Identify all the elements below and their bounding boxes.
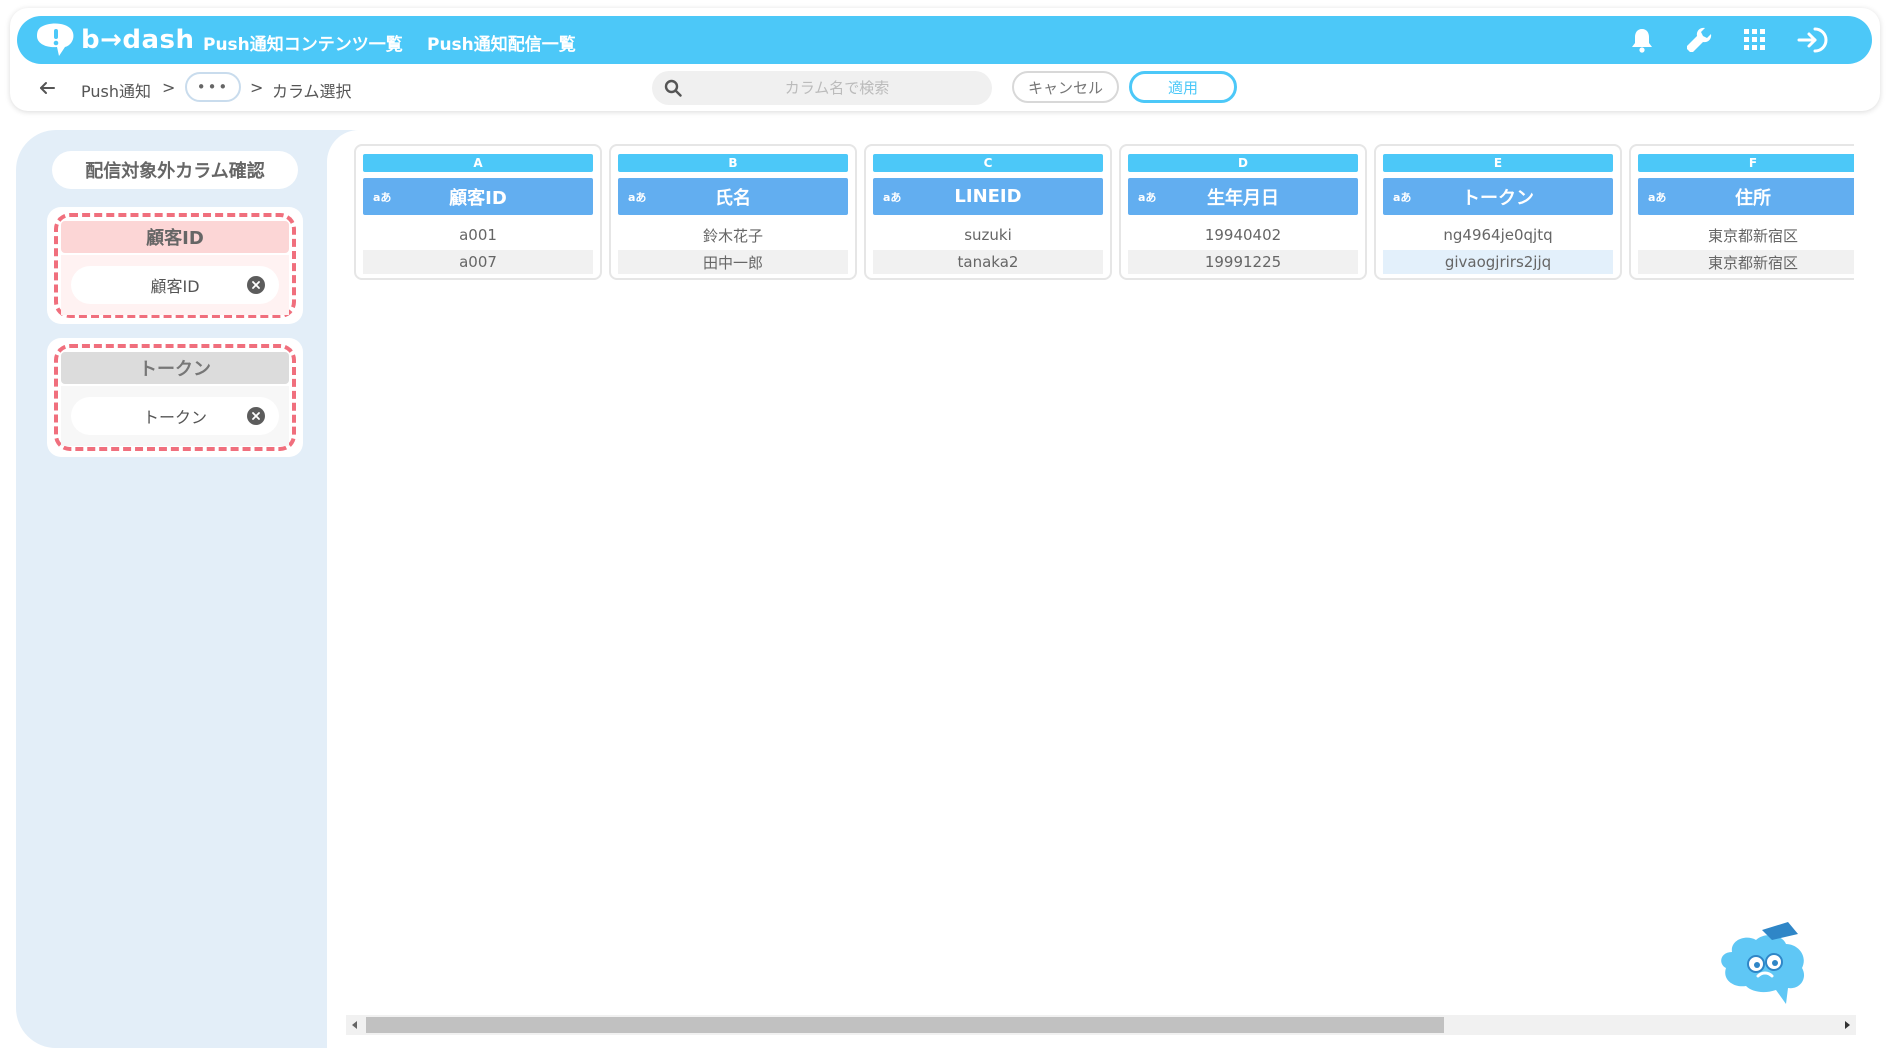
nav-push-deliveries[interactable]: Push通知配信一覧 xyxy=(427,30,576,55)
column-cell: a007 xyxy=(363,250,593,274)
text-type-icon: aあ xyxy=(883,191,902,204)
excluded-group-token: トークン トークン xyxy=(47,338,303,457)
scroll-left-arrow-icon[interactable] xyxy=(346,1015,364,1035)
column-header[interactable]: aあ トークン xyxy=(1383,178,1613,215)
column-cell: givaogjrirs2jjq xyxy=(1383,250,1613,274)
column-cell: tanaka2 xyxy=(873,250,1103,274)
column-cell: 19991225 xyxy=(1128,250,1358,274)
wrench-icon[interactable] xyxy=(1683,24,1715,56)
excluded-columns-title: 配信対象外カラム確認 xyxy=(52,151,298,189)
nav-push-contents[interactable]: Push通知コンテンツ一覧 xyxy=(203,30,403,55)
logo-icon xyxy=(35,23,75,57)
column-letter: D xyxy=(1128,154,1358,172)
column-name: 生年月日 xyxy=(1207,187,1279,209)
text-type-icon: aあ xyxy=(1138,191,1157,204)
column-cell: 田中一郎 xyxy=(618,250,848,274)
excluded-group-header: 顧客ID xyxy=(61,221,289,253)
excluded-column-chip: 顧客ID xyxy=(71,266,279,304)
cancel-button[interactable]: キャンセル xyxy=(1012,71,1119,103)
text-type-icon: aあ xyxy=(628,191,647,204)
column-card-e[interactable]: E aあ トークン ng4964je0qjtq givaogjrirs2jjq xyxy=(1374,144,1622,280)
column-card-d[interactable]: D aあ 生年月日 19940402 19991225 xyxy=(1119,144,1367,280)
scroll-right-arrow-icon[interactable] xyxy=(1838,1015,1856,1035)
breadcrumb-separator: > xyxy=(162,78,176,97)
mascot-assistant-icon[interactable] xyxy=(1712,922,1814,1022)
column-cell: ng4964je0qjtq xyxy=(1443,226,1553,244)
column-header[interactable]: aあ 顧客ID xyxy=(363,178,593,215)
logo-text: b→dash xyxy=(81,25,195,55)
column-search xyxy=(652,71,992,105)
column-letter: E xyxy=(1383,154,1613,172)
header-bar: b→dash Push通知コンテンツ一覧 Push通知配信一覧 xyxy=(17,16,1872,64)
text-type-icon: aあ xyxy=(373,191,392,204)
column-name: 住所 xyxy=(1735,187,1771,209)
column-list: A aあ 顧客ID a001 a007 B aあ 氏名 鈴木花子 田中一郎 C … xyxy=(352,140,1854,290)
column-header[interactable]: aあ LINEID xyxy=(873,178,1103,215)
column-letter: F xyxy=(1638,154,1854,172)
horizontal-scrollbar[interactable] xyxy=(346,1015,1856,1035)
text-type-icon: aあ xyxy=(1648,191,1667,204)
column-letter: A xyxy=(363,154,593,172)
excluded-group-header: トークン xyxy=(61,352,289,384)
column-name: トークン xyxy=(1462,187,1534,209)
bell-icon[interactable] xyxy=(1626,24,1658,56)
search-icon xyxy=(664,79,682,97)
column-header[interactable]: aあ 氏名 xyxy=(618,178,848,215)
column-cell: 東京都新宿区 xyxy=(1707,226,1798,245)
column-cell: 東京都新宿区 xyxy=(1638,250,1854,274)
column-card-b[interactable]: B aあ 氏名 鈴木花子 田中一郎 xyxy=(609,144,857,280)
text-type-icon: aあ xyxy=(1393,191,1412,204)
chip-label: 顧客ID xyxy=(150,277,200,296)
remove-close-icon[interactable] xyxy=(247,276,265,294)
column-card-c[interactable]: C aあ LINEID suzuki tanaka2 xyxy=(864,144,1112,280)
breadcrumb-current: カラム選択 xyxy=(272,82,352,101)
column-header[interactable]: aあ 生年月日 xyxy=(1128,178,1358,215)
search-input[interactable] xyxy=(692,71,982,105)
excluded-group-customer-id: 顧客ID 顧客ID xyxy=(47,207,303,324)
column-letter: B xyxy=(618,154,848,172)
more-dots-icon: ••• xyxy=(196,78,230,96)
remove-close-icon[interactable] xyxy=(247,407,265,425)
excluded-group-body: トークン xyxy=(61,386,289,446)
column-header[interactable]: aあ 住所 xyxy=(1638,178,1854,215)
logo[interactable]: b→dash xyxy=(35,20,195,60)
apply-button[interactable]: 適用 xyxy=(1129,71,1237,103)
logout-icon[interactable] xyxy=(1797,24,1829,56)
column-card-a[interactable]: A aあ 顧客ID a001 a007 xyxy=(354,144,602,280)
column-cell: 鈴木花子 xyxy=(702,226,763,245)
column-cell: a001 xyxy=(459,226,497,244)
breadcrumb-separator: > xyxy=(250,78,264,97)
breadcrumb-root[interactable]: Push通知 xyxy=(81,78,151,102)
column-name: LINEID xyxy=(954,186,1022,207)
breadcrumb-more-button[interactable]: ••• xyxy=(185,72,241,102)
excluded-group-body: 顧客ID xyxy=(61,255,289,315)
column-cell: suzuki xyxy=(964,226,1012,244)
excluded-column-chip: トークン xyxy=(71,397,279,435)
scrollbar-thumb[interactable] xyxy=(366,1017,1444,1033)
column-name: 顧客ID xyxy=(449,187,507,209)
back-arrow-icon[interactable] xyxy=(36,77,58,99)
apps-grid-icon[interactable] xyxy=(1739,24,1771,56)
column-card-f[interactable]: F aあ 住所 東京都新宿区 東京都新宿区 xyxy=(1629,144,1854,280)
chip-label: トークン xyxy=(142,408,207,427)
column-name: 氏名 xyxy=(715,187,751,209)
column-cell: 19940402 xyxy=(1204,226,1282,244)
column-letter: C xyxy=(873,154,1103,172)
